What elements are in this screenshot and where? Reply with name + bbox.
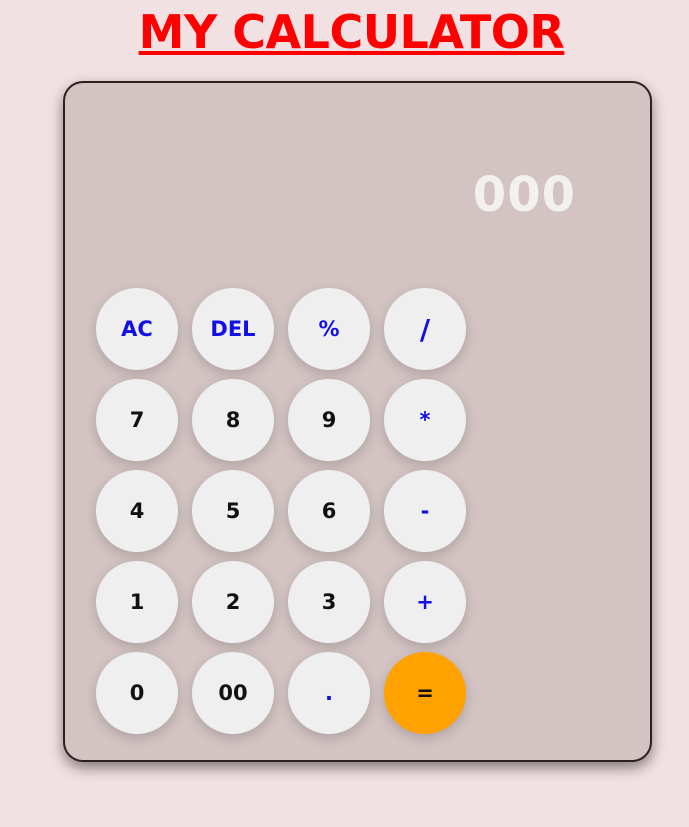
decimal-button[interactable]: . [288, 652, 370, 734]
digit-0-button[interactable]: 0 [96, 652, 178, 734]
digit-4-button[interactable]: 4 [96, 470, 178, 552]
delete-button[interactable]: DEL [192, 288, 274, 370]
equals-button[interactable]: = [384, 652, 466, 734]
digit-7-button[interactable]: 7 [96, 379, 178, 461]
digit-6-button[interactable]: 6 [288, 470, 370, 552]
digit-2-button[interactable]: 2 [192, 561, 274, 643]
add-button[interactable]: + [384, 561, 466, 643]
digit-1-button[interactable]: 1 [96, 561, 178, 643]
subtract-button[interactable]: - [384, 470, 466, 552]
keypad: AC DEL % / 7 8 9 * 4 5 6 - 1 2 3 + 0 00 … [96, 288, 466, 734]
double-zero-button[interactable]: 00 [192, 652, 274, 734]
calculator-panel: 000 AC DEL % / 7 8 9 * 4 5 6 - 1 2 3 + 0… [63, 81, 652, 762]
digit-8-button[interactable]: 8 [192, 379, 274, 461]
all-clear-button[interactable]: AC [96, 288, 178, 370]
digit-3-button[interactable]: 3 [288, 561, 370, 643]
display-value: 000 [472, 167, 576, 223]
digit-5-button[interactable]: 5 [192, 470, 274, 552]
percent-button[interactable]: % [288, 288, 370, 370]
page-title: MY CALCULATOR [138, 5, 565, 59]
digit-9-button[interactable]: 9 [288, 379, 370, 461]
divide-button[interactable]: / [384, 288, 466, 370]
multiply-button[interactable]: * [384, 379, 466, 461]
